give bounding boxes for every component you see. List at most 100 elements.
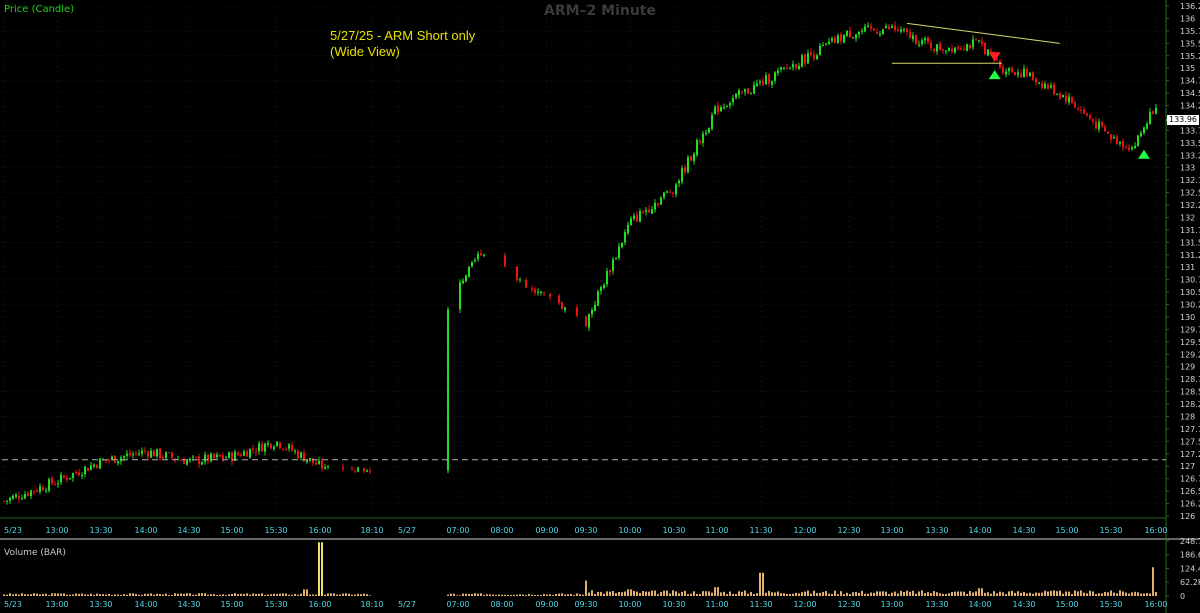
time-tick-label: 5/23 [4,600,22,609]
volume-bar [753,594,755,596]
volume-bar [972,592,974,596]
candle-body [1044,84,1046,89]
candle-body [1101,122,1103,126]
candle-body [909,31,911,38]
candle-body [939,43,941,51]
volume-bar [525,595,527,596]
volume-bar [1047,591,1049,596]
volume-bar [201,593,203,596]
candle-body [543,292,545,294]
volume-bar [552,595,554,596]
volume-bar [195,594,197,596]
volume-bar [1014,592,1016,596]
price-axis[interactable]: 136.25136135.75135.5135.25135134.75134.5… [1166,2,1200,521]
volume-bar [42,593,44,596]
volume-bar [840,591,842,596]
volume-bar [558,593,560,596]
candle-body [558,295,560,303]
candle-body [1011,67,1013,72]
candle-body [843,35,845,43]
volume-time-axis[interactable]: 5/23 13:00 13:30 14:00 14:30 15:00 15:30 16:00 1… [4,600,1168,609]
volume-bar [927,592,929,596]
candle-body [681,168,683,182]
volume-bar [273,593,275,596]
price-tick-label: 135.75 [1180,27,1200,36]
volume-bar [228,594,230,596]
candle-body [264,443,266,452]
candle-body [687,157,689,173]
volume-bar [51,593,53,596]
candle-body [807,53,809,64]
volume-bar [807,590,809,596]
candle-body [204,454,206,462]
candle-body [267,443,269,445]
volume-bar [627,589,629,596]
volume-bar [66,594,68,596]
price-time-axis[interactable]: 5/23 13:00 13:30 14:00 14:30 15:00 15:30 16:00 1… [4,526,1168,535]
volume-bar [345,593,347,596]
candle-body [273,446,275,449]
candle-body [225,457,227,459]
candle-body [540,291,542,294]
volume-bar [621,592,623,596]
volume-bar [666,590,668,596]
price-tick-label: 130.5 [1180,288,1200,297]
volume-bar [747,593,749,596]
candle-body [285,448,287,450]
price-tick-label: 135 [1180,64,1195,73]
candle-body [1017,72,1019,75]
trendline [906,22,1060,44]
candle-body [717,105,719,112]
volume-bar [171,594,173,596]
volume-bar [1050,590,1052,596]
candle-body [132,454,134,456]
time-tick-label: 08:00 [490,600,513,609]
candle-body [594,304,596,311]
volume-bar [162,594,164,596]
candle-body [906,28,908,32]
volume-bar [18,594,20,596]
candle-body [480,253,482,256]
time-tick-label: 12:00 [793,526,816,535]
volume-bar [765,592,767,596]
candle-body [885,25,887,29]
volume-bar [540,595,542,596]
volume-bar [669,593,671,596]
candle-body [831,38,833,41]
candle-body [1014,71,1016,76]
candle-body [162,457,164,459]
candle-body [678,180,680,184]
volume-bar [6,594,8,596]
volume-bar [174,593,176,596]
volume-bar [189,593,191,596]
candle-body [54,484,56,486]
candle-body [279,442,281,449]
candle-body [828,41,830,44]
cover-signal-arrow [1138,149,1150,159]
volume-bar [1074,590,1076,596]
volume-bar [999,591,1001,596]
chart-title: ARM–2 Minute [543,3,656,19]
time-tick-label: 09:30 [574,526,597,535]
volume-bar [777,591,779,596]
candle-body [369,470,371,472]
candle-body [726,106,728,108]
candle-body [972,39,974,48]
candle-body [978,39,980,41]
candle-body [1152,111,1154,115]
price-tick-label: 126.25 [1180,500,1200,509]
chart-canvas[interactable]: 136.25136135.75135.5135.25135134.75134.5… [0,0,1200,613]
volume-bar [81,593,83,596]
time-tick-label: 16:00 [308,600,331,609]
candle-body [483,254,485,256]
volume-bar [615,593,617,596]
volume-bar [30,594,32,596]
volume-bar [735,593,737,596]
volume-bar [774,592,776,596]
volume-axis[interactable]: 248.7K 186.6K 124.4K 62.2K 0 [1166,537,1200,601]
candle-body [834,37,836,43]
candle-body [867,25,869,27]
price-tick-label: 128.25 [1180,400,1200,409]
volume-bar [948,593,950,596]
volume-bar [1038,592,1040,596]
